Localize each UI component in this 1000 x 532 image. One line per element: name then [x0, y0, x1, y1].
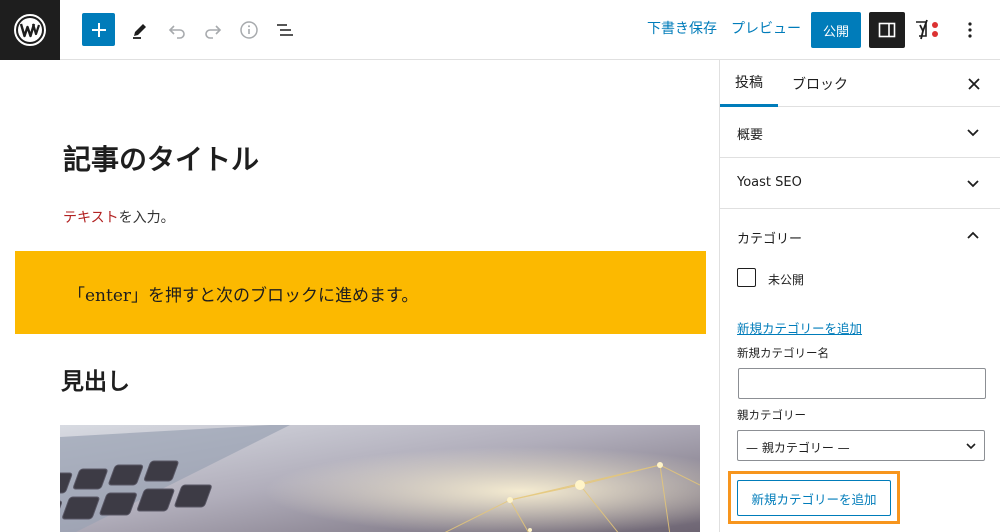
- editor-top-toolbar: 下書き保存 プレビュー 公開: [0, 0, 1000, 60]
- image-block[interactable]: [60, 425, 700, 532]
- callout-block[interactable]: 「enter」を押すと次のブロックに進めます。: [15, 251, 706, 334]
- wordpress-logo-icon: [14, 14, 46, 46]
- details-button[interactable]: [231, 12, 267, 48]
- preview-button[interactable]: プレビュー: [731, 18, 801, 38]
- heading-block[interactable]: 見出し: [61, 362, 130, 396]
- paragraph-text: を入力。: [118, 210, 175, 226]
- parent-category-selected: — 親カテゴリー —: [746, 441, 850, 455]
- laptop-keyboard-image: [60, 425, 700, 532]
- plus-icon: [91, 22, 106, 37]
- undo-button[interactable]: [159, 12, 195, 48]
- yoast-icon: [916, 19, 938, 40]
- yoast-seo-button[interactable]: [910, 12, 946, 48]
- tab-block[interactable]: ブロック: [782, 60, 858, 107]
- add-new-category-link[interactable]: 新規カテゴリーを追加: [737, 318, 862, 337]
- info-icon: [240, 21, 258, 39]
- options-menu-button[interactable]: [954, 12, 986, 48]
- close-icon: [968, 78, 980, 90]
- parent-category-label: 親カテゴリー: [737, 408, 806, 422]
- settings-panel-icon: [878, 22, 896, 38]
- post-title[interactable]: 記事のタイトル: [63, 138, 259, 178]
- tools-button[interactable]: [122, 12, 158, 48]
- panel-yoast-label: Yoast SEO: [737, 175, 802, 190]
- new-category-name-input[interactable]: [738, 368, 986, 399]
- chevron-down-icon: [967, 129, 979, 137]
- pencil-icon: [133, 24, 146, 39]
- editor-canvas: 記事のタイトル テキストを入力。 「enter」を押すと次のブロックに進めます。…: [0, 60, 719, 532]
- select-chevron: [964, 439, 978, 453]
- tab-post[interactable]: 投稿: [720, 60, 778, 107]
- wordpress-logo-button[interactable]: [0, 0, 60, 60]
- list-view-icon: [277, 24, 293, 36]
- category-uncategorized-checkbox[interactable]: [737, 268, 756, 287]
- callout-text: 「enter」を押すと次のブロックに進めます。: [68, 286, 419, 306]
- panel-category-toggle[interactable]: [963, 225, 983, 245]
- close-sidebar-button[interactable]: [960, 70, 988, 98]
- sidebar-tabs: 投稿 ブロック: [720, 60, 1000, 107]
- panel-yoast-toggle[interactable]: [963, 174, 983, 194]
- redo-button[interactable]: [195, 12, 231, 48]
- paragraph-block[interactable]: テキストを入力。: [63, 207, 175, 227]
- more-vertical-icon: [968, 22, 972, 38]
- add-block-button[interactable]: [82, 13, 115, 46]
- undo-icon: [168, 25, 185, 39]
- list-view-button[interactable]: [267, 12, 303, 48]
- new-category-name-label: 新規カテゴリー名: [737, 346, 829, 360]
- panel-yoast[interactable]: Yoast SEO: [720, 159, 1000, 209]
- save-draft-button[interactable]: 下書き保存: [647, 18, 717, 38]
- settings-sidebar: 投稿 ブロック 概要 Yoast SEO カテゴリー 未公開 新規カテゴリーを追…: [719, 60, 1000, 532]
- add-new-category-button[interactable]: 新規カテゴリーを追加: [737, 480, 891, 516]
- panel-summary-toggle[interactable]: [963, 123, 983, 143]
- chevron-up-icon: [967, 231, 979, 239]
- chevron-down-icon: [966, 442, 976, 449]
- panel-summary[interactable]: 概要: [720, 108, 1000, 158]
- settings-toggle-button[interactable]: [869, 12, 905, 48]
- chevron-down-icon: [967, 180, 979, 188]
- category-uncategorized-label: 未公開: [768, 273, 805, 287]
- panel-summary-label: 概要: [737, 128, 764, 143]
- publish-button[interactable]: 公開: [811, 12, 861, 48]
- redo-icon: [205, 25, 222, 39]
- paragraph-highlight-text: テキスト: [63, 210, 119, 226]
- panel-category-label[interactable]: カテゴリー: [737, 228, 802, 247]
- parent-category-select[interactable]: — 親カテゴリー —: [737, 430, 985, 461]
